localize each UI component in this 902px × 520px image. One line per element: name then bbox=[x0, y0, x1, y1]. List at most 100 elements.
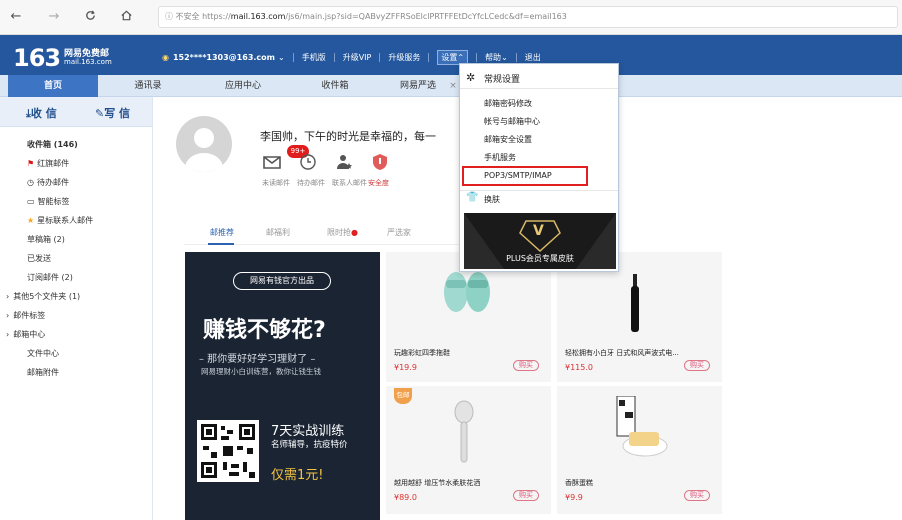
product-name: 越用越舒 增压节水柔肤花洒 bbox=[394, 479, 481, 487]
tab-recommend[interactable]: 邮推荐 bbox=[210, 227, 234, 238]
skin-item[interactable]: 换肤 bbox=[484, 194, 500, 205]
mobile-service-item[interactable]: 手机服务 bbox=[484, 152, 516, 163]
quick-security[interactable]: 安全度 bbox=[368, 178, 389, 188]
chevron-up-icon: ⌃ bbox=[457, 52, 465, 62]
top-menu: ◉ 152****1303@163.com ⌄ 手机版 升级VIP 升级服务 设… bbox=[162, 49, 541, 65]
contact-icon[interactable] bbox=[334, 153, 354, 171]
folder-drafts[interactable]: 草稿箱 (2) bbox=[27, 234, 65, 245]
tab-yanxuan[interactable]: 网易严选 bbox=[388, 75, 448, 97]
password-change-item[interactable]: 邮箱密码修改 bbox=[484, 98, 532, 109]
skin-banner-text: PLUS会员专属皮肤 bbox=[506, 254, 574, 263]
divider bbox=[292, 52, 294, 62]
home-icon[interactable] bbox=[118, 9, 134, 25]
folder-mail-tags[interactable]: › 邮件标签 bbox=[6, 310, 45, 321]
tab-benefits[interactable]: 邮福利 bbox=[266, 227, 290, 238]
unread-mail-icon[interactable] bbox=[262, 153, 282, 171]
back-arrow-icon[interactable]: ← bbox=[8, 9, 24, 25]
quick-todo[interactable]: 待办邮件 bbox=[297, 178, 325, 188]
folder-inbox[interactable]: 收件箱 (146) bbox=[27, 139, 78, 150]
shower-head-image bbox=[454, 400, 474, 463]
refresh-icon[interactable] bbox=[82, 9, 98, 25]
product-name: 香酥蛋糕 bbox=[565, 479, 593, 487]
product-price: ¥9.9 bbox=[565, 493, 583, 502]
folder-sent[interactable]: 已发送 bbox=[27, 253, 51, 264]
folder-file-center[interactable]: 文件中心 bbox=[27, 348, 59, 359]
tab-apps[interactable]: 应用中心 bbox=[208, 75, 278, 97]
receive-button[interactable]: ⤓收 信 bbox=[26, 105, 57, 121]
active-tab-underline bbox=[208, 243, 234, 245]
free-shipping-badge: 包邮 bbox=[394, 388, 412, 404]
divider bbox=[379, 52, 381, 62]
ad-promo-price: 仅需1元! bbox=[271, 468, 324, 483]
ad-promo-title: 7天实战训练 bbox=[271, 424, 345, 439]
folder-starred-contacts[interactable]: ★ 星标联系人邮件 bbox=[27, 215, 93, 226]
quick-unread[interactable]: 未读邮件 bbox=[262, 178, 290, 188]
ad-brand: 网易有钱官方出品 bbox=[233, 272, 331, 290]
finance-ad-banner[interactable]: 网易有钱官方出品 赚钱不够花? – 那你要好好学习理财了 – 网易理财小白训练营… bbox=[185, 252, 380, 520]
close-icon[interactable]: × bbox=[448, 75, 458, 97]
security-settings-item[interactable]: 邮箱安全设置 bbox=[484, 134, 532, 145]
forward-arrow-icon[interactable]: → bbox=[46, 9, 62, 25]
buy-button[interactable]: 购买 bbox=[684, 360, 710, 371]
folder-subscriptions[interactable]: 订阅邮件 (2) bbox=[27, 272, 73, 283]
upgrade-service-link[interactable]: 升级服务 bbox=[388, 52, 420, 63]
product-name: 玩趣彩虹四季拖鞋 bbox=[394, 349, 450, 357]
ad-headline: 赚钱不够花? bbox=[203, 318, 326, 343]
folder-mail-center[interactable]: › 邮箱中心 bbox=[6, 329, 45, 340]
logout-link[interactable]: 退出 bbox=[525, 52, 541, 63]
clock-icon[interactable] bbox=[298, 153, 318, 171]
ad-promo-sub: 名师辅导，抗疫特价 bbox=[271, 440, 348, 450]
divider bbox=[333, 52, 335, 62]
folder-smart-tags[interactable]: ▭ 智能标签 bbox=[27, 196, 70, 207]
account-menu[interactable]: 152****1303@163.com bbox=[173, 53, 275, 62]
shirt-icon: 👕 bbox=[466, 192, 479, 203]
clock-icon: ◷ bbox=[27, 178, 34, 187]
logo-domain: mail.163.com bbox=[64, 58, 112, 66]
folder-todo[interactable]: ◷ 待办邮件 bbox=[27, 177, 69, 188]
slipper-image bbox=[444, 272, 490, 312]
shield-icon[interactable] bbox=[370, 153, 390, 171]
product-price: ¥19.9 bbox=[394, 363, 417, 372]
greeting-text: 李国帅，下午的时光是幸福的，每一 bbox=[260, 130, 436, 143]
tab-yanxuan-home[interactable]: 严选家 bbox=[387, 227, 411, 238]
buy-button[interactable]: 购买 bbox=[513, 490, 539, 501]
write-button[interactable]: ✎写 信 bbox=[95, 105, 130, 121]
tab-flash-sale[interactable]: 限时抢● bbox=[327, 227, 358, 238]
buy-button[interactable]: 购买 bbox=[684, 490, 710, 501]
tab-inbox[interactable]: 收件箱 bbox=[300, 75, 370, 97]
tab-bar: 首页 通讯录 应用中心 收件箱 网易严选 × bbox=[0, 75, 902, 97]
folder-flagged[interactable]: ⚑ 红旗邮件 bbox=[27, 158, 69, 169]
quick-contacts[interactable]: 联系人邮件 bbox=[332, 178, 367, 188]
help-link[interactable]: 帮助⌄ bbox=[485, 52, 508, 63]
address-bar[interactable]: ⓘ 不安全 https://mail.163.com/js6/main.jsp?… bbox=[158, 6, 898, 28]
folder-other[interactable]: › 其他5个文件夹 (1) bbox=[6, 291, 80, 302]
general-settings-item[interactable]: 常规设置 bbox=[484, 72, 520, 85]
mobile-link[interactable]: 手机版 bbox=[302, 52, 326, 63]
pop3-smtp-imap-item[interactable]: POP3/SMTP/IMAP bbox=[484, 171, 552, 180]
skin-banner[interactable]: V PLUS会员专属皮肤 bbox=[464, 213, 616, 269]
chevron-down-icon: ⌄ bbox=[278, 52, 285, 62]
divider bbox=[515, 52, 517, 62]
upgrade-vip-link[interactable]: 升级VIP bbox=[343, 52, 372, 63]
flag-icon: ⚑ bbox=[27, 159, 35, 168]
product-price: ¥89.0 bbox=[394, 493, 417, 502]
logo-number[interactable]: 163 bbox=[13, 44, 61, 72]
product-card[interactable]: 包邮 越用越舒 增压节水柔肤花洒 ¥89.0 购买 bbox=[386, 386, 551, 514]
folder-attachments[interactable]: 邮箱附件 bbox=[27, 367, 59, 378]
chevron-right-icon: › bbox=[6, 311, 10, 320]
product-card[interactable]: 香酥蛋糕 ¥9.9 购买 bbox=[557, 386, 722, 514]
url-path: /js6/main.jsp?sid=QABvyZFFRSoElclPRTFFEt… bbox=[285, 12, 567, 21]
info-icon: ⓘ bbox=[165, 12, 173, 21]
compose-bar: ⤓收 信 ✎写 信 bbox=[0, 97, 152, 127]
tab-home[interactable]: 首页 bbox=[8, 75, 98, 97]
toothbrush-image bbox=[631, 274, 639, 332]
browser-toolbar: ← → ⓘ 不安全 https://mail.163.com/js6/main.… bbox=[0, 0, 902, 35]
buy-button[interactable]: 购买 bbox=[513, 360, 539, 371]
ad-line1: – 那你要好好学习理财了 – bbox=[199, 354, 316, 365]
pencil-icon: ✎ bbox=[95, 107, 105, 120]
chevron-right-icon: › bbox=[6, 330, 10, 339]
account-center-item[interactable]: 帐号与邮箱中心 bbox=[484, 116, 540, 127]
tab-contacts[interactable]: 通讯录 bbox=[118, 75, 178, 97]
avatar[interactable] bbox=[176, 116, 232, 172]
qr-code-icon bbox=[197, 420, 259, 482]
